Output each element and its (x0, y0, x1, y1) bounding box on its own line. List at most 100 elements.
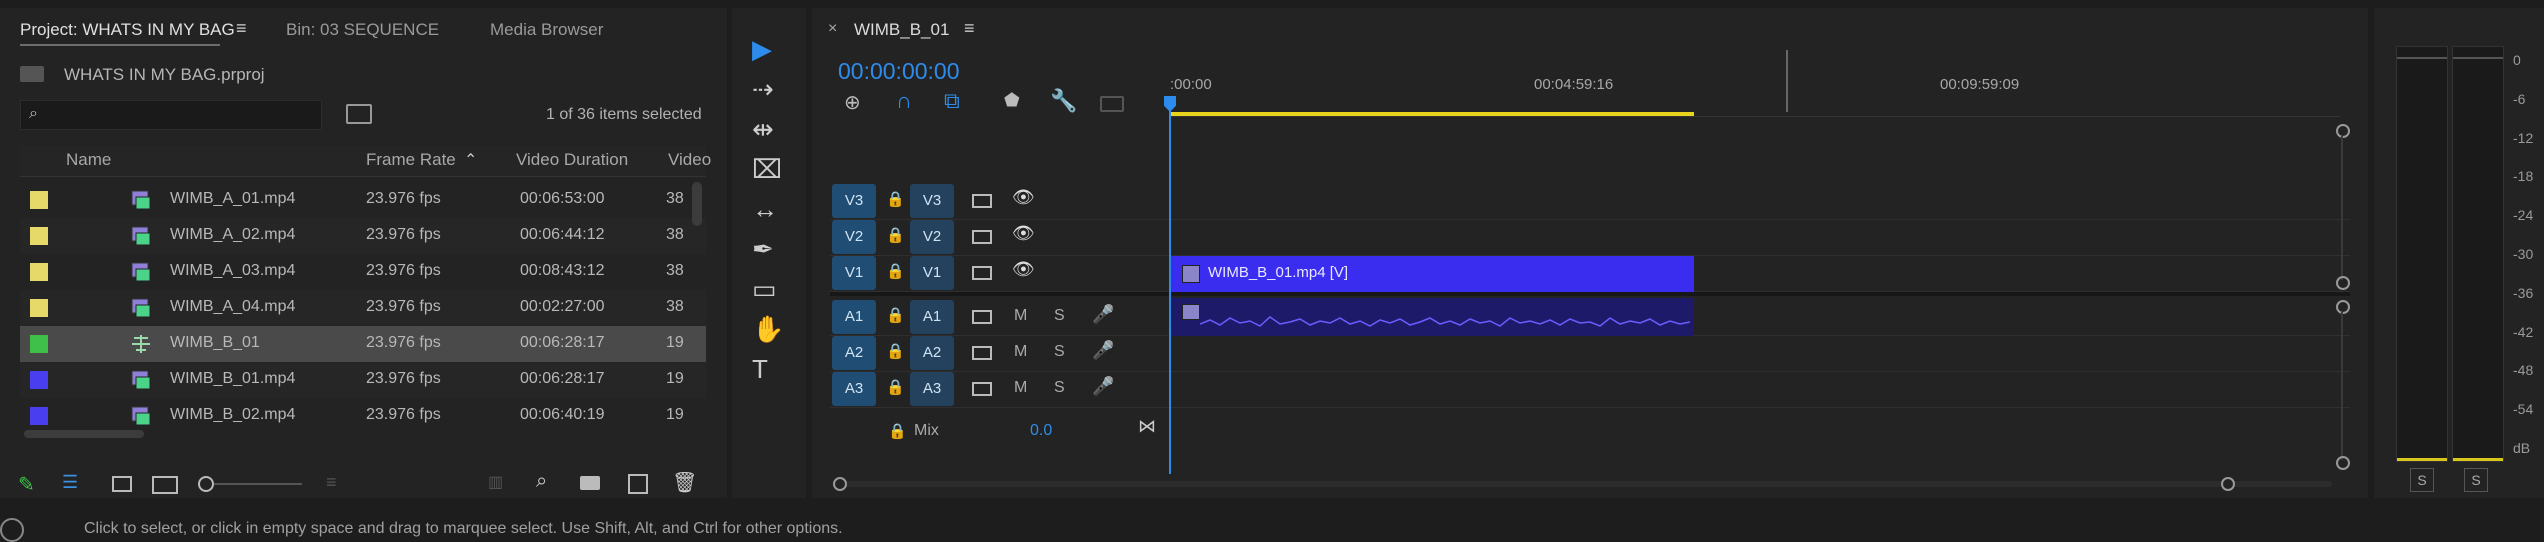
solo-button[interactable]: S (1054, 379, 1065, 397)
column-video[interactable]: Video (668, 150, 711, 170)
solo-button[interactable]: S (1054, 307, 1065, 325)
sync-lock-icon[interactable] (972, 346, 992, 360)
project-item-row[interactable]: WIMB_A_01.mp4 23.976 fps 00:06:53:00 38 (20, 182, 706, 218)
column-name[interactable]: Name (66, 150, 111, 170)
source-patch-button[interactable]: V1 (832, 256, 876, 290)
source-patch-button[interactable]: A1 (832, 300, 876, 334)
sync-lock-icon[interactable] (972, 266, 992, 280)
voiceover-record-icon[interactable]: 🎤 (1092, 376, 1114, 397)
source-patch-button[interactable]: A2 (832, 336, 876, 370)
snap-icon[interactable]: ∩ (896, 88, 912, 114)
pencil-icon[interactable]: ✎ (18, 472, 35, 497)
playhead-line[interactable] (1169, 110, 1171, 474)
toggle-visibility-icon[interactable]: 👁 (1012, 223, 1035, 244)
track-target-button[interactable]: A2 (910, 336, 954, 370)
track-target-button[interactable]: A3 (910, 372, 954, 406)
video-track-lane[interactable] (830, 182, 2350, 220)
tab-bin[interactable]: Bin: 03 SEQUENCE (286, 20, 439, 40)
pen-tool-icon[interactable]: ✒ (752, 234, 774, 265)
sync-lock-icon[interactable] (972, 230, 992, 244)
source-patch-button[interactable]: A3 (832, 372, 876, 406)
sync-lock-icon[interactable] (972, 382, 992, 396)
audio-clip[interactable] (1170, 298, 1694, 336)
selection-tool-icon[interactable]: ▶ (752, 34, 772, 65)
sync-lock-icon[interactable] (972, 310, 992, 324)
find-button-icon[interactable]: ⌕ (536, 470, 547, 493)
timeline-zoom-scrollbar[interactable] (836, 481, 2332, 487)
icon-view-icon[interactable] (112, 476, 132, 492)
meter-solo-left-button[interactable]: S (2410, 468, 2434, 492)
solo-button[interactable]: S (1054, 343, 1065, 361)
ripple-edit-tool-icon[interactable]: ⇹ (752, 114, 774, 145)
trash-icon[interactable]: 🗑 (672, 470, 697, 495)
search-input[interactable]: ⌕ (20, 100, 322, 130)
source-patch-button[interactable]: V3 (832, 184, 876, 218)
tab-project[interactable]: Project: WHATS IN MY BAG (20, 20, 235, 40)
sync-lock-icon[interactable] (972, 194, 992, 208)
video-track-scroll-top-handle[interactable] (2336, 124, 2350, 138)
project-item-row[interactable]: WIMB_A_04.mp4 23.976 fps 00:02:27:00 38 (20, 290, 706, 326)
track-target-button[interactable]: V1 (910, 256, 954, 290)
razor-tool-icon[interactable]: ⌧ (752, 154, 782, 185)
label-color-swatch[interactable] (30, 263, 48, 281)
video-track-scroll-bottom-handle[interactable] (2336, 276, 2350, 290)
add-marker-icon[interactable]: ⬟ (1004, 90, 1020, 111)
track-target-button[interactable]: A1 (910, 300, 954, 334)
rectangle-tool-icon[interactable]: ▭ (752, 274, 777, 305)
sequence-tab[interactable]: WIMB_B_01 (854, 20, 949, 40)
find-icon[interactable] (346, 104, 372, 124)
new-item-icon[interactable] (628, 474, 648, 494)
linked-selection-icon[interactable]: ⧉ (944, 88, 960, 114)
panel-menu-icon[interactable]: ≡ (236, 18, 247, 39)
video-clip[interactable]: WIMB_B_01.mp4 [V] (1170, 256, 1694, 292)
timeline-menu-icon[interactable]: ≡ (964, 18, 975, 39)
track-lock-icon[interactable]: 🔒 (886, 378, 905, 396)
mute-button[interactable]: M (1014, 343, 1027, 361)
zoom-scroll-left-handle[interactable] (833, 477, 847, 491)
zoom-scroll-right-handle[interactable] (2221, 477, 2235, 491)
label-color-swatch[interactable] (30, 407, 48, 425)
label-color-swatch[interactable] (30, 191, 48, 209)
video-track-scrollbar[interactable] (2341, 136, 2343, 280)
toggle-visibility-icon[interactable]: 👁 (1012, 187, 1035, 208)
mute-button[interactable]: M (1014, 307, 1027, 325)
playhead-timecode[interactable]: 00:00:00:00 (838, 58, 960, 85)
track-lock-icon[interactable]: 🔒 (886, 226, 905, 244)
freeform-view-icon[interactable] (152, 476, 178, 494)
track-select-tool-icon[interactable]: ⇢ (752, 74, 774, 105)
time-ruler[interactable] (1170, 70, 2340, 117)
horizontal-scrollbar[interactable] (24, 430, 144, 438)
vertical-scrollbar[interactable] (692, 182, 702, 226)
track-lock-icon[interactable]: 🔒 (886, 306, 905, 324)
meter-solo-right-button[interactable]: S (2464, 468, 2488, 492)
list-view-icon[interactable]: ☰ (62, 472, 78, 493)
voiceover-record-icon[interactable]: 🎤 (1092, 304, 1114, 325)
work-area-bar[interactable] (1170, 112, 1694, 116)
track-lock-icon[interactable]: 🔒 (886, 342, 905, 360)
project-item-row[interactable]: WIMB_B_01.mp4 23.976 fps 00:06:28:17 19 (20, 362, 706, 398)
track-lock-icon[interactable]: 🔒 (886, 262, 905, 280)
timeline-settings-icon[interactable]: 🔧 (1050, 88, 1077, 114)
project-item-row[interactable]: WIMB_A_02.mp4 23.976 fps 00:06:44:12 38 (20, 218, 706, 254)
audio-track-scroll-top-handle[interactable] (2336, 300, 2350, 314)
track-target-button[interactable]: V2 (910, 220, 954, 254)
column-video-duration[interactable]: Video Duration (516, 150, 628, 170)
audio-track-scroll-bottom-handle[interactable] (2336, 456, 2350, 470)
type-tool-icon[interactable]: T (752, 354, 768, 385)
sort-icon[interactable]: ≡ (326, 472, 337, 493)
mix-value[interactable]: 0.0 (1030, 422, 1052, 440)
captions-icon[interactable] (1100, 96, 1124, 112)
track-lock-icon[interactable]: 🔒 (886, 190, 905, 208)
audio-track-scrollbar[interactable] (2341, 312, 2343, 460)
label-color-swatch[interactable] (30, 371, 48, 389)
hand-tool-icon[interactable]: ✋ (752, 314, 784, 345)
tab-media-browser[interactable]: Media Browser (490, 20, 603, 40)
close-tab-icon[interactable]: × (828, 20, 837, 38)
toggle-visibility-icon[interactable]: 👁 (1012, 259, 1035, 280)
slip-tool-icon[interactable]: ↔ (752, 194, 778, 225)
voiceover-record-icon[interactable]: 🎤 (1092, 340, 1114, 361)
new-bin-icon[interactable] (580, 476, 600, 490)
project-item-row[interactable]: WIMB_B_02.mp4 23.976 fps 00:06:40:19 19 (20, 398, 706, 434)
project-item-row[interactable]: WIMB_B_01 23.976 fps 00:06:28:17 19 (20, 326, 706, 362)
insert-sequence-nested-icon[interactable]: ⊕ (844, 90, 861, 115)
